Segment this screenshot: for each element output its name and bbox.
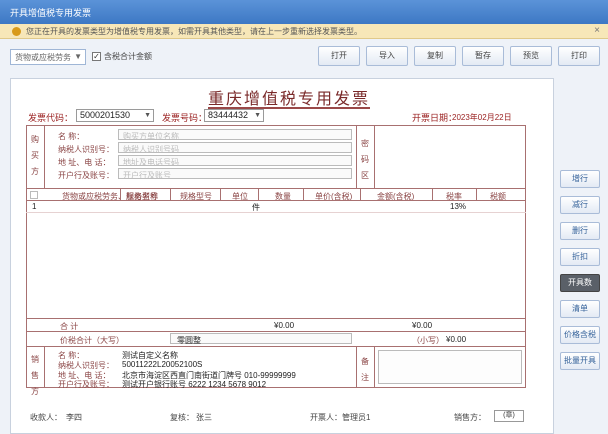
- drawer-value: 管理员1: [342, 413, 371, 422]
- buyer-taxid-label: 纳税人识别号：: [58, 145, 114, 154]
- notice-bar: 您正在开具的发票类型为增值税专用发票，如需开具其他类型，请在上一步重新选择发票类…: [0, 24, 608, 39]
- invoice-code-select[interactable]: 5000201530 ▼: [76, 109, 154, 122]
- price-tax-inclusive-button[interactable]: 价格含税: [560, 326, 600, 344]
- subtract-row-button[interactable]: 减行: [560, 196, 600, 214]
- add-row-button[interactable]: 增行: [560, 170, 600, 188]
- save-draft-button[interactable]: 暂存: [462, 46, 504, 66]
- notice-text: 您正在开具的发票类型为增值税专用发票，如需开具其他类型，请在上一步重新选择发票类…: [26, 27, 362, 36]
- reviewer-label: 复核：: [170, 413, 194, 422]
- window-titlebar: 开具增值税专用发票: [0, 0, 608, 24]
- chevron-down-icon: ▼: [144, 112, 151, 119]
- invoice-number-label: 发票号码：: [162, 113, 208, 123]
- issue-count-button[interactable]: 开具数: [560, 274, 600, 292]
- tax-inclusive-label: 含税合计金额: [104, 52, 152, 61]
- invoice-number-value: 83444432: [208, 110, 249, 120]
- sum-capital-value-box: 零圆整: [170, 333, 352, 345]
- table-row[interactable]: 1 件 13%: [26, 201, 526, 212]
- buyer-taxid-input[interactable]: 纳税人识别号码: [118, 142, 352, 154]
- sum-capital-value: 零圆整: [177, 336, 201, 345]
- item-row-rate: 13%: [450, 202, 467, 211]
- print-button[interactable]: 打印: [558, 46, 600, 66]
- payee-label: 收款人：: [30, 413, 62, 422]
- select-all-checkbox[interactable]: [30, 191, 38, 199]
- buyer-bank-input[interactable]: 开户行及账号: [118, 168, 352, 180]
- tax-inclusive-checkbox[interactable]: ✓: [92, 52, 101, 61]
- invoice-code-value: 5000201530: [80, 110, 131, 120]
- copy-button[interactable]: 复制: [414, 46, 456, 66]
- invoice-kind-dropdown[interactable]: 货物或应税劳务 ▼: [10, 49, 86, 65]
- invoice-title: 重庆增值税专用发票: [208, 85, 371, 109]
- discount-button[interactable]: 折扣: [560, 248, 600, 266]
- preview-button[interactable]: 预览: [510, 46, 552, 66]
- remark-label: 备注: [361, 357, 369, 382]
- seller-bank-label: 开户行及账号：: [58, 380, 114, 389]
- sum-small-value: ¥0.00: [446, 335, 467, 344]
- sum-capital-label: 价税合计（大写）: [60, 336, 124, 345]
- reviewer-value: 张三: [196, 413, 212, 422]
- buyer-address-label: 地 址、电 话：: [58, 158, 111, 167]
- drawer-label: 开票人：: [310, 413, 342, 422]
- seller-stamp-select[interactable]: (章): [494, 410, 524, 422]
- batch-issue-button[interactable]: 批量开具: [560, 352, 600, 370]
- seller-bank-value: 测试开户银行账号 6222 1234 5678 9012: [122, 380, 267, 389]
- invoice-number-select[interactable]: 83444432 ▼: [204, 109, 264, 122]
- seller-taxid-value: 50011222L20052100S: [122, 360, 203, 369]
- list-button[interactable]: 清单: [560, 300, 600, 318]
- total-amount: ¥0.00: [274, 321, 295, 330]
- buyer-name-input[interactable]: 购买方单位名称: [118, 129, 352, 141]
- buyer-name-label: 名 称：: [58, 132, 85, 141]
- info-icon: [12, 27, 21, 36]
- buyer-address-input[interactable]: 地址及电话号码: [118, 155, 352, 167]
- open-button[interactable]: 打开: [318, 46, 360, 66]
- seller-section-label: 销售方: [31, 355, 39, 396]
- invoice-code-label: 发票代码：: [28, 113, 74, 123]
- seller-stamp-label: 销售方：: [454, 413, 486, 422]
- chevron-down-icon: ▼: [74, 52, 82, 61]
- toolbar: 货物或应税劳务 ▼ ✓ 含税合计金额 打开 导入 复制 暂存 预览 打印: [0, 39, 608, 77]
- payee-value: 李四: [66, 413, 82, 422]
- import-button[interactable]: 导入: [366, 46, 408, 66]
- invoice-date-value: 2023年02月22日: [452, 113, 512, 122]
- remark-input[interactable]: [378, 350, 522, 384]
- item-row-index: 1: [32, 202, 37, 211]
- invoice-kind-value: 货物或应税劳务: [15, 53, 71, 62]
- buyer-bank-label: 开户行及账号：: [58, 171, 114, 180]
- window-title: 开具增值税专用发票: [10, 8, 92, 18]
- invoice-date-label: 开票日期：: [412, 113, 458, 123]
- chevron-down-icon: ▼: [254, 112, 261, 119]
- delete-row-button[interactable]: 删行: [560, 222, 600, 240]
- sum-small-label: （小写）: [412, 336, 444, 345]
- close-icon[interactable]: ×: [594, 25, 600, 36]
- total-tax: ¥0.00: [412, 321, 433, 330]
- password-area-label: 密码区: [361, 139, 369, 180]
- buyer-section-label: 购买方: [31, 135, 39, 176]
